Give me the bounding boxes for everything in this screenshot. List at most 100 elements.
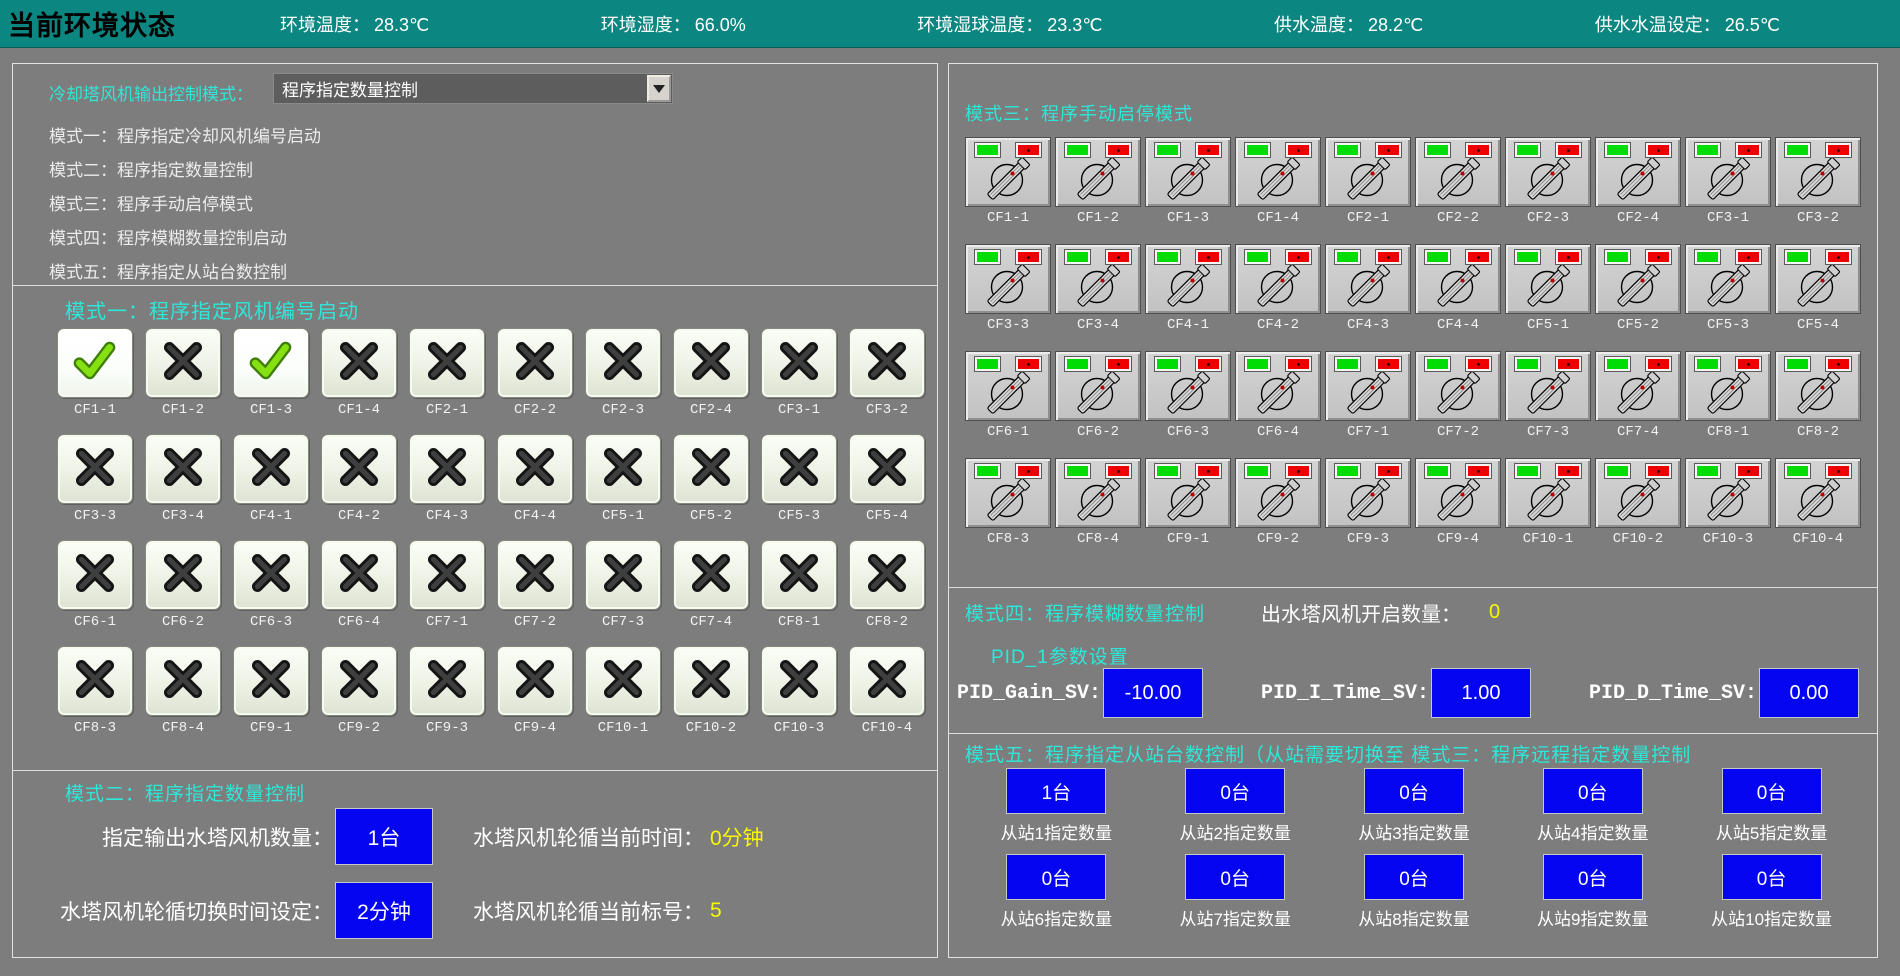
fan-select-button[interactable] xyxy=(585,540,661,610)
dropdown-arrow-button[interactable] xyxy=(647,75,671,102)
fan-select-button[interactable] xyxy=(409,540,485,610)
fan-switch-button[interactable] xyxy=(1055,458,1141,528)
fan-select-button[interactable] xyxy=(145,540,221,610)
fan-switch-button[interactable] xyxy=(1595,137,1681,207)
fan-select-button[interactable] xyxy=(761,540,837,610)
fan-switch-button[interactable] xyxy=(1325,351,1411,421)
fan-select-button[interactable] xyxy=(145,646,221,716)
station-count-button[interactable]: 0台 xyxy=(1364,854,1464,900)
fan-select-button[interactable] xyxy=(321,434,397,504)
fan-select-button[interactable] xyxy=(321,328,397,398)
fan-switch-button[interactable] xyxy=(1415,351,1501,421)
fan-switch-button[interactable] xyxy=(1055,351,1141,421)
fan-switch-button[interactable] xyxy=(1595,351,1681,421)
fan-switch-button[interactable] xyxy=(1145,137,1231,207)
fan-switch-button[interactable] xyxy=(1505,351,1591,421)
fan-select-button[interactable] xyxy=(57,434,133,504)
fan-select-button[interactable] xyxy=(57,328,133,398)
fan-switch-button[interactable] xyxy=(1685,244,1771,314)
fan-switch-button[interactable] xyxy=(1505,458,1591,528)
fan-select-button[interactable] xyxy=(145,434,221,504)
fan-select-button[interactable] xyxy=(321,540,397,610)
fan-switch-button[interactable] xyxy=(965,458,1051,528)
fan-switch-button[interactable] xyxy=(1055,244,1141,314)
fan-select-button[interactable] xyxy=(409,646,485,716)
fan-switch-button[interactable] xyxy=(1505,244,1591,314)
fan-switch-button[interactable] xyxy=(1415,244,1501,314)
station-count-button[interactable]: 1台 xyxy=(1006,768,1106,814)
fan-switch-button[interactable] xyxy=(1775,351,1861,421)
fan-switch-button[interactable] xyxy=(1775,458,1861,528)
fan-select-button[interactable] xyxy=(57,540,133,610)
fan-select-button[interactable] xyxy=(233,328,309,398)
fan-switch-button[interactable] xyxy=(1775,137,1861,207)
fan-switch-button[interactable] xyxy=(1775,244,1861,314)
fan-select-button[interactable] xyxy=(761,646,837,716)
fan-switch-button[interactable] xyxy=(1325,458,1411,528)
fan-switch-button[interactable] xyxy=(1595,244,1681,314)
station-count-button[interactable]: 0台 xyxy=(1543,854,1643,900)
fan-select-button[interactable] xyxy=(233,540,309,610)
fan-select-button[interactable] xyxy=(849,646,925,716)
fan-select-button[interactable] xyxy=(233,434,309,504)
fan-switch-button[interactable] xyxy=(1325,244,1411,314)
fan-switch-button[interactable] xyxy=(1145,458,1231,528)
fan-select-button[interactable] xyxy=(497,646,573,716)
fan-switch-button[interactable] xyxy=(1235,137,1321,207)
fan-switch-button[interactable] xyxy=(965,351,1051,421)
fan-switch-button[interactable] xyxy=(1415,137,1501,207)
fan-select-button[interactable] xyxy=(409,328,485,398)
fan-switch-button[interactable] xyxy=(1595,458,1681,528)
pid-field-value[interactable]: 0.00 xyxy=(1759,668,1859,718)
fan-switch-button[interactable] xyxy=(1235,351,1321,421)
station-count-button[interactable]: 0台 xyxy=(1722,854,1822,900)
station-count-button[interactable]: 0台 xyxy=(1185,768,1285,814)
station-count-button[interactable]: 0台 xyxy=(1006,854,1106,900)
fan-select-button[interactable] xyxy=(321,646,397,716)
fan-switch-button[interactable] xyxy=(1505,137,1591,207)
station-count-button[interactable]: 0台 xyxy=(1543,768,1643,814)
fan-select-button[interactable] xyxy=(57,646,133,716)
fan-select-button[interactable] xyxy=(585,646,661,716)
fan-switch-button[interactable] xyxy=(1055,137,1141,207)
station-count-button[interactable]: 0台 xyxy=(1722,768,1822,814)
fan-count-setting-value[interactable]: 1台 xyxy=(335,808,433,865)
fan-switch-button[interactable] xyxy=(1235,244,1321,314)
fan-select-button[interactable] xyxy=(409,434,485,504)
fan-switch-cell: CF1-1 xyxy=(965,137,1051,226)
fan-select-button[interactable] xyxy=(673,646,749,716)
pid-field-value[interactable]: -10.00 xyxy=(1103,668,1203,718)
fan-select-button[interactable] xyxy=(673,540,749,610)
fan-switch-button[interactable] xyxy=(1235,458,1321,528)
fan-select-button[interactable] xyxy=(761,328,837,398)
fan-switch-button[interactable] xyxy=(1685,137,1771,207)
fan-switch-cell: CF9-2 xyxy=(1235,458,1321,547)
fan-select-button[interactable] xyxy=(849,540,925,610)
fan-select-button[interactable] xyxy=(761,434,837,504)
fan-select-button[interactable] xyxy=(849,328,925,398)
fan-select-button[interactable] xyxy=(497,328,573,398)
fan-select-button[interactable] xyxy=(673,328,749,398)
fan-switch-button[interactable] xyxy=(1145,351,1231,421)
fan-select-button[interactable] xyxy=(233,646,309,716)
station-count-button[interactable]: 0台 xyxy=(1185,854,1285,900)
fan-output-mode-dropdown[interactable]: 程序指定数量控制 xyxy=(273,73,673,104)
fan-switch-button[interactable] xyxy=(1325,137,1411,207)
rotation-switch-time-value[interactable]: 2分钟 xyxy=(335,882,433,939)
fan-select-button[interactable] xyxy=(145,328,221,398)
fan-switch-button[interactable] xyxy=(1685,458,1771,528)
fan-switch-button[interactable] xyxy=(965,244,1051,314)
fan-select-button[interactable] xyxy=(585,328,661,398)
fan-select-button[interactable] xyxy=(673,434,749,504)
red-led-icon xyxy=(1106,143,1131,157)
fan-switch-button[interactable] xyxy=(1145,244,1231,314)
pid-field-value[interactable]: 1.00 xyxy=(1431,668,1531,718)
fan-select-button[interactable] xyxy=(497,434,573,504)
fan-switch-button[interactable] xyxy=(965,137,1051,207)
station-count-button[interactable]: 0台 xyxy=(1364,768,1464,814)
fan-select-button[interactable] xyxy=(497,540,573,610)
fan-switch-button[interactable] xyxy=(1685,351,1771,421)
fan-select-button[interactable] xyxy=(849,434,925,504)
fan-select-button[interactable] xyxy=(585,434,661,504)
fan-switch-button[interactable] xyxy=(1415,458,1501,528)
